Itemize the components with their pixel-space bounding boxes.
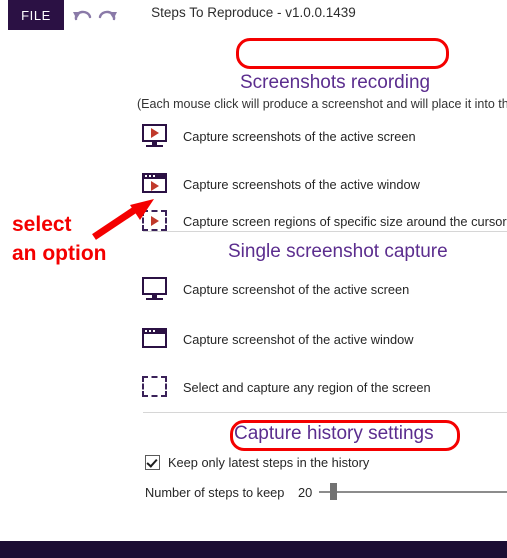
steps-to-keep-label: Number of steps to keep [145,485,285,500]
option-label: Capture screenshots of the active screen [183,128,416,144]
keep-latest-steps-checkbox[interactable]: Keep only latest steps in the history [145,455,369,470]
steps-to-keep-slider-thumb[interactable] [330,483,337,500]
option-label: Capture screenshots of the active window [183,176,420,192]
divider-single [143,412,507,413]
dashed-region-icon [140,374,170,400]
recording-note: (Each mouse click will produce a screens… [137,97,507,111]
option-label: Capture screenshot of the active screen [183,281,410,297]
section-heading-recording: Screenshots recording [240,72,431,93]
option-select-capture-region[interactable]: Select and capture any region of the scr… [140,369,507,405]
monitor-play-icon [140,123,170,149]
option-capture-screenshot-active-screen[interactable]: Capture screenshot of the active screen [140,271,507,307]
section-heading-single: Single screenshot capture [228,241,448,262]
option-label: Capture screen regions of specific size … [183,213,507,229]
option-capture-screenshots-active-window[interactable]: Capture screenshots of the active window [140,166,507,202]
divider-recording [143,231,507,232]
checkbox-indicator[interactable] [145,455,160,470]
title-bar: FILE Steps To Reproduce - v1.0.0.1439 [0,0,507,32]
steps-to-keep-slider-track[interactable] [319,491,507,493]
status-bar [0,541,507,558]
option-label: Capture screenshot of the active window [183,331,414,347]
option-capture-screen-regions-cursor[interactable]: Capture screen regions of specific size … [140,203,507,239]
option-capture-screenshots-active-screen[interactable]: Capture screenshots of the active screen [140,118,507,154]
checkbox-label: Keep only latest steps in the history [168,455,370,470]
annotation-text-select: select [12,213,72,236]
section-heading-history: Capture history settings [234,423,434,444]
window-play-icon [140,171,170,197]
app-title: Steps To Reproduce - v1.0.0.1439 [151,5,356,20]
window-icon [140,326,170,352]
monitor-icon [140,276,170,302]
option-label: Select and capture any region of the scr… [183,379,431,395]
annotation-text-an-option: an option [12,242,107,265]
main-panel: Screenshots recording (Each mouse click … [0,31,507,527]
option-capture-screenshot-active-window[interactable]: Capture screenshot of the active window [140,321,507,357]
steps-to-keep-value: 20 [298,485,313,500]
